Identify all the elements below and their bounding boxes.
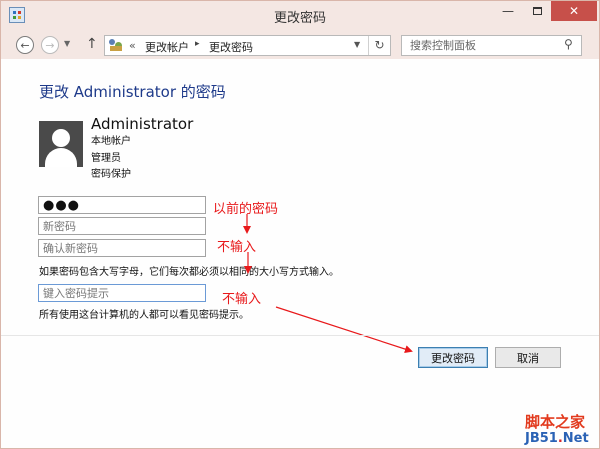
footer-divider xyxy=(1,335,599,336)
annotation-arrow-3 xyxy=(275,306,413,353)
cancel-button[interactable]: 取消 xyxy=(495,347,561,368)
watermark-line2: JB51.Net xyxy=(525,431,589,446)
change-password-button[interactable]: 更改密码 xyxy=(418,347,488,368)
watermark-line1: 脚本之家 xyxy=(525,413,586,431)
change-password-window: 更改密码 — ✕ ← → ▼ ↑ « 更改帐户 ▸ 更改密码 ▼ ↻ 搜索控制面… xyxy=(0,0,600,449)
watermark-logo: 脚本之家 JB51.Net xyxy=(521,411,599,447)
annotation-arrows xyxy=(243,214,413,353)
